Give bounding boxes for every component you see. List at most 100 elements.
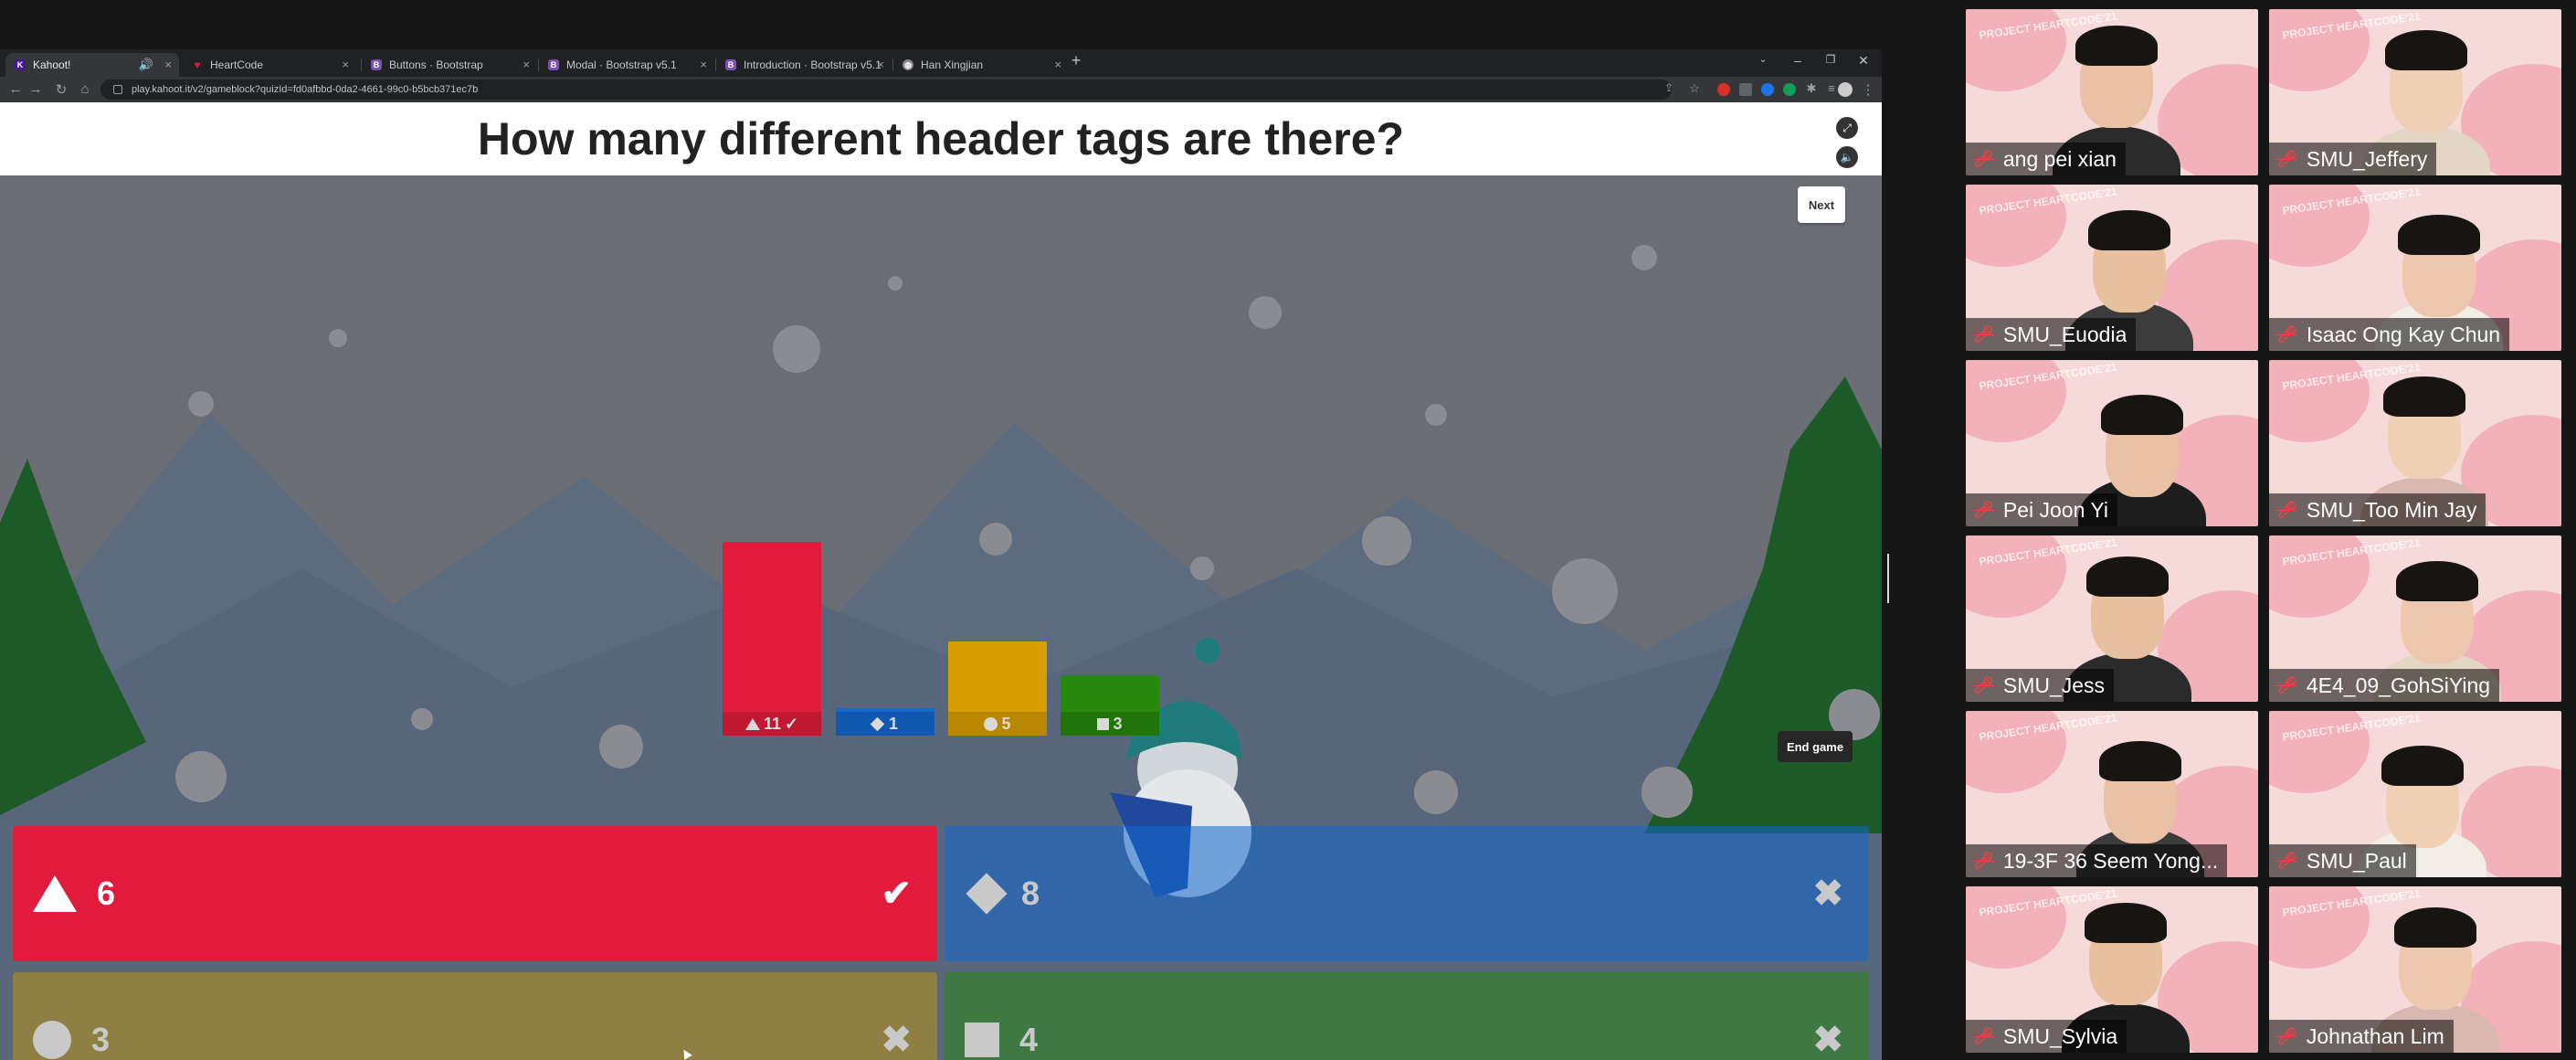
correct-check-icon: ✔ [881,874,912,914]
participant-name-bar: 🎤︎ Johnathan Lim [2269,1020,2454,1053]
participant-name: SMU_Paul [2306,848,2407,873]
participant-name: 4E4_09_GohSiYing [2306,673,2491,697]
mic-off-icon: 🎤︎ [2276,500,2297,519]
answer-tile-diamond[interactable]: 8 ✖ [945,826,1869,961]
participant-name-bar: 🎤︎ Pei Joon Yi [1966,493,2117,526]
address-bar[interactable]: play.kahoot.it/v2/gameblock?quizId=fd0af… [100,80,1672,100]
check-icon: ✓ [784,714,799,733]
puzzle-extensions-icon[interactable]: ✱ [1803,81,1820,96]
diamond-icon [870,716,885,731]
reload-icon[interactable]: ↻ [53,81,69,98]
participant-name-bar: 🎤︎ SMU_Too Min Jay [2269,493,2486,526]
result-label-triangle: 11 ✓ [723,712,821,736]
browser-menu-icon[interactable]: ⋮ [1860,81,1876,98]
participant-name-bar: 🎤︎ SMU_Sylvia [1966,1020,2127,1053]
browser-toolbar: ← → ↻ ⌂ play.kahoot.it/v2/gameblock?quiz… [0,77,1882,102]
close-tab-icon[interactable]: × [1054,58,1061,71]
mic-off-icon: 🎤︎ [2276,1026,2297,1045]
extension-icon[interactable] [1717,83,1730,96]
back-icon[interactable]: ← [7,81,24,97]
participant-video-tile[interactable]: PROJECT HEARTCODE'21 🎤︎ SMU_Euodia [1966,185,2258,351]
tab-modal-bootstrap[interactable]: B Modal · Bootstrap v5.1 × [539,53,714,77]
tab-label: Introduction · Bootstrap v5.1 [744,58,882,71]
tab-label: Modal · Bootstrap v5.1 [566,58,677,71]
participant-video-tile[interactable]: PROJECT HEARTCODE'21 🎤︎ Isaac Ong Kay Chun [2269,185,2561,351]
participant-video-tile[interactable]: PROJECT HEARTCODE'21 🎤︎ Pei Joon Yi [1966,360,2258,526]
triangle-icon [744,717,760,730]
bookmark-star-icon[interactable]: ☆ [1686,81,1703,96]
bootstrap-favicon-icon: B [725,59,736,70]
share-icon[interactable]: ⇪ [1661,81,1677,94]
triangle-icon [33,875,77,912]
square-icon [965,1023,999,1057]
participant-video-tile[interactable]: PROJECT HEARTCODE'21 🎤︎ ang pei xian [1966,9,2258,175]
answer-text: 8 [1021,874,1040,912]
participant-video-tile[interactable]: PROJECT HEARTCODE'21 🎤︎ SMU_Too Min Jay [2269,360,2561,526]
participant-name: Johnathan Lim [2306,1023,2444,1048]
participant-name: 19-3F 36 Seem Yong... [2002,848,2219,873]
participant-name: SMU_Sylvia [2002,1023,2118,1048]
extension-icon[interactable] [1761,83,1774,96]
close-tab-icon[interactable]: × [877,58,884,71]
profile-avatar-icon[interactable] [1838,82,1853,97]
extension-icon[interactable] [1783,83,1796,96]
circle-icon [33,1021,71,1059]
result-bar-triangle [723,542,821,712]
close-window-icon[interactable]: ✕ [1851,53,1876,69]
close-tab-icon[interactable]: × [700,58,707,71]
participant-name-bar: 🎤︎ SMU_Jeffery [2269,143,2437,175]
tab-buttons-bootstrap[interactable]: B Buttons · Bootstrap × [362,53,537,77]
diamond-icon [966,873,1008,915]
answer-tile-square[interactable]: 4 ✖ [945,972,1869,1060]
tab-search-icon[interactable]: ⌄ [1750,53,1776,65]
answer-tile-triangle[interactable]: 6 ✔ [13,826,937,961]
participant-name: Pei Joon Yi [2002,497,2108,522]
forward-icon[interactable]: → [27,81,44,97]
result-label-circle: 5 [948,712,1047,736]
home-icon[interactable]: ⌂ [77,81,93,97]
tab-heartcode[interactable]: ♥ HeartCode × [183,53,356,77]
minimize-icon[interactable]: – [1785,53,1811,68]
participant-name: ang pei xian [2002,146,2117,171]
tab-kahoot[interactable]: K Kahoot! 🔊 × [5,53,179,77]
browser-window: K Kahoot! 🔊 × ♥ HeartCode × B Buttons · … [0,49,1882,1060]
close-tab-icon[interactable]: × [164,58,172,71]
result-bar-circle [948,641,1047,712]
end-game-button[interactable]: End game [1778,731,1853,762]
kahoot-game-page: How many different header tags are there… [0,102,1882,1060]
extension-icon[interactable] [1739,83,1752,96]
tab-introduction-bootstrap[interactable]: B Introduction · Bootstrap v5.1 × [716,53,892,77]
participant-name-bar: 🎤︎ SMU_Jess [1966,669,2115,702]
participant-video-tile[interactable]: PROJECT HEARTCODE'21 🎤︎ 4E4_09_GohSiYing [2269,535,2561,702]
result-count: 5 [1001,714,1011,733]
result-bar-square [1061,674,1159,712]
answer-text: 3 [91,1021,111,1058]
lock-icon [113,85,122,94]
participant-video-tile[interactable]: PROJECT HEARTCODE'21 🎤︎ SMU_Paul [2269,711,2561,877]
close-tab-icon[interactable]: × [342,58,349,71]
participant-video-tile[interactable]: PROJECT HEARTCODE'21 🎤︎ SMU_Jess [1966,535,2258,702]
participant-name: SMU_Jess [2002,673,2106,697]
participant-name-bar: 🎤︎ SMU_Euodia [1966,318,2137,351]
new-tab-button[interactable]: + [1063,51,1089,70]
square-icon [1097,717,1110,730]
answer-text: 6 [97,874,116,912]
tab-han-xingjian[interactable]: ◍ Han Xingjian × [893,53,1069,77]
participant-video-tile[interactable]: PROJECT HEARTCODE'21 🎤︎ 19-3F 36 Seem Yong… [1966,711,2258,877]
participant-name: SMU_Jeffery [2306,146,2428,171]
answer-tile-circle[interactable]: 3 ✖ [13,972,937,1060]
participant-video-tile[interactable]: PROJECT HEARTCODE'21 🎤︎ Johnathan Lim [2269,886,2561,1053]
globe-favicon-icon: ◍ [903,59,913,70]
mic-off-icon: 🎤︎ [1973,324,1994,344]
restore-icon[interactable]: ❐ [1818,53,1843,66]
participant-name-bar: 🎤︎ SMU_Paul [2269,844,2416,877]
close-tab-icon[interactable]: × [523,58,530,71]
participant-name: SMU_Too Min Jay [2306,497,2477,522]
mic-off-icon: 🎤︎ [1973,851,1994,870]
mic-off-icon: 🎤︎ [1973,675,1994,694]
mic-off-icon: 🎤︎ [2276,851,2297,870]
result-label-square: 3 [1061,712,1159,736]
mic-off-icon: 🎤︎ [2276,324,2297,344]
participant-video-tile[interactable]: PROJECT HEARTCODE'21 🎤︎ SMU_Jeffery [2269,9,2561,175]
participant-video-tile[interactable]: PROJECT HEARTCODE'21 🎤︎ SMU_Sylvia [1966,886,2258,1053]
